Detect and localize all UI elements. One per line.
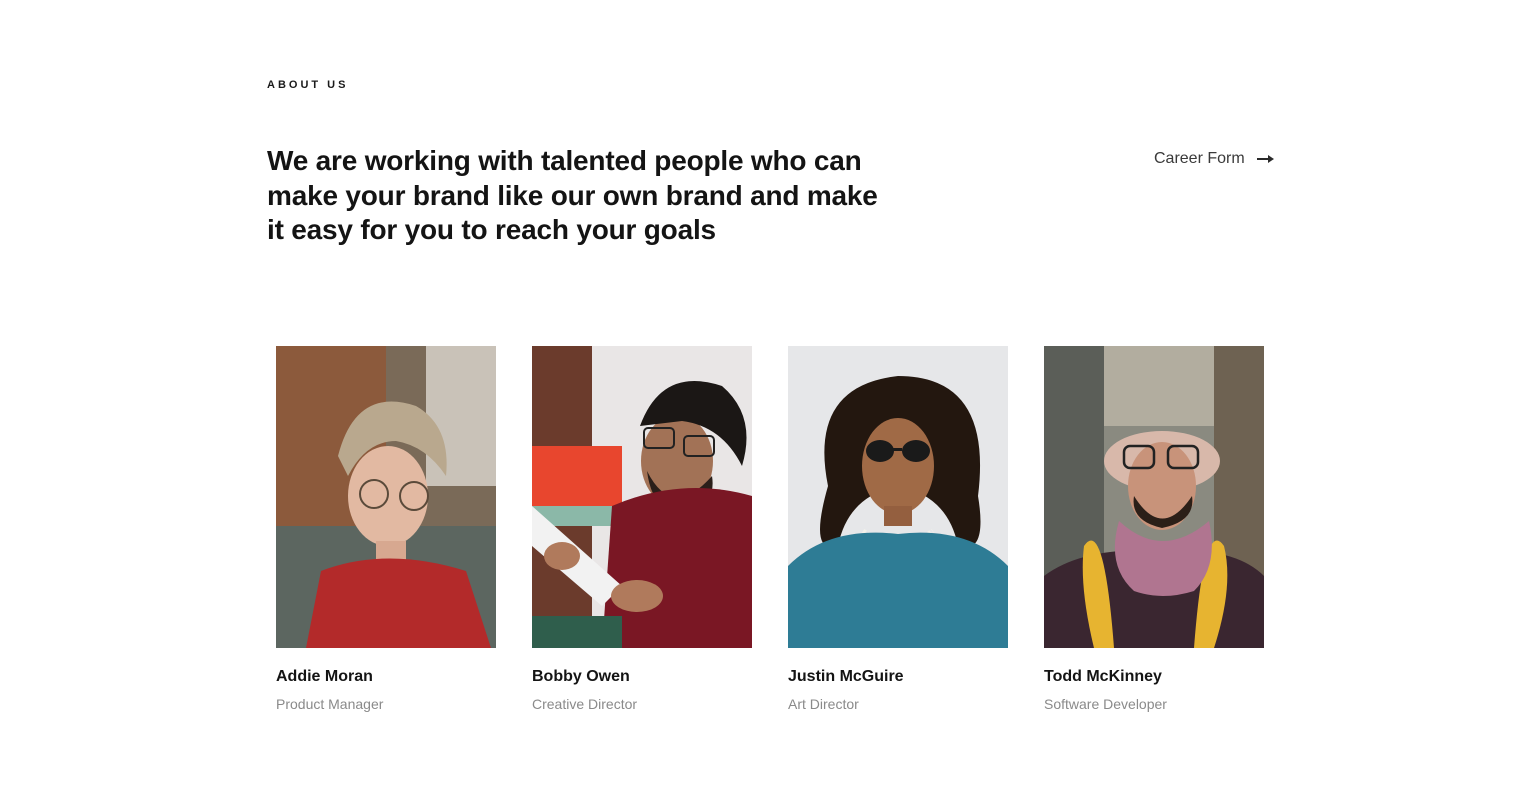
team-card[interactable]: Todd McKinney Software Developer xyxy=(1044,346,1264,712)
member-name: Todd McKinney xyxy=(1044,668,1162,685)
member-role: Product Manager xyxy=(276,696,384,712)
team-grid: Addie Moran Product Manager Bobby Owen C… xyxy=(276,346,1264,712)
member-role: Art Director xyxy=(788,696,859,712)
member-photo xyxy=(1044,346,1264,648)
member-role: Software Developer xyxy=(1044,696,1167,712)
career-form-link[interactable]: Career Form xyxy=(1154,150,1275,168)
section-headline: We are working with talented people who … xyxy=(267,145,878,245)
team-card[interactable]: Justin McGuire Art Director xyxy=(788,346,1008,712)
member-role: Creative Director xyxy=(532,696,638,712)
arrow-right-icon xyxy=(1256,154,1275,164)
member-name: Addie Moran xyxy=(276,668,373,685)
team-card[interactable]: Addie Moran Product Manager xyxy=(276,346,496,712)
team-card[interactable]: Bobby Owen Creative Director xyxy=(532,346,752,712)
member-name: Bobby Owen xyxy=(532,668,630,685)
member-photo xyxy=(276,346,496,648)
member-photo xyxy=(532,346,752,648)
about-section: ABOUT US We are working with talented pe… xyxy=(0,0,1540,803)
member-name: Justin McGuire xyxy=(788,668,904,685)
section-eyebrow: ABOUT US xyxy=(267,79,349,91)
career-form-label: Career Form xyxy=(1154,150,1245,167)
member-photo xyxy=(788,346,1008,648)
